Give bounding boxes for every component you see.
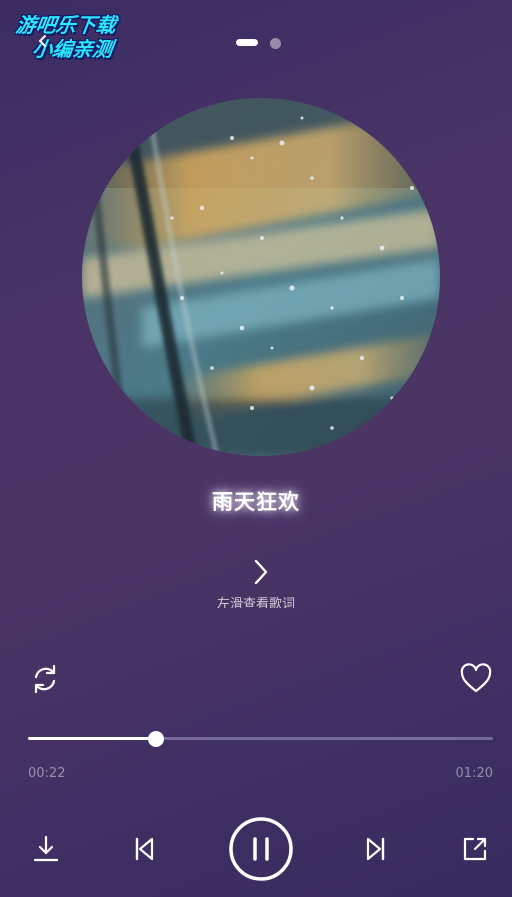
progress-fill — [28, 737, 156, 740]
progress-knob[interactable] — [147, 731, 164, 747]
heart-icon[interactable] — [459, 662, 493, 696]
album-cover — [82, 98, 440, 456]
progress-slider[interactable] — [28, 730, 493, 748]
skip-next-icon[interactable] — [362, 834, 390, 864]
share-icon[interactable] — [460, 834, 490, 864]
page-indicator — [0, 38, 512, 49]
page-dot[interactable] — [270, 38, 281, 49]
download-icon[interactable] — [32, 834, 60, 864]
repeat-icon[interactable] — [28, 662, 62, 696]
pause-icon[interactable] — [228, 816, 294, 882]
skip-previous-icon[interactable] — [130, 834, 158, 864]
current-time: 00:22 — [28, 766, 66, 781]
chevron-right-icon[interactable] — [248, 558, 272, 586]
watermark-line1: 游吧乐下载 — [14, 13, 118, 37]
lyrics-hint[interactable]: 左滑查看歌词 — [0, 594, 512, 608]
song-title: 雨天狂欢 — [212, 490, 300, 514]
page-dot-active[interactable] — [236, 39, 258, 46]
total-time: 01:20 — [455, 766, 493, 781]
player-screen: 游吧乐下载 小编亲测 雨天狂欢 左滑查看歌词 00:22 01:20 — [0, 0, 512, 897]
